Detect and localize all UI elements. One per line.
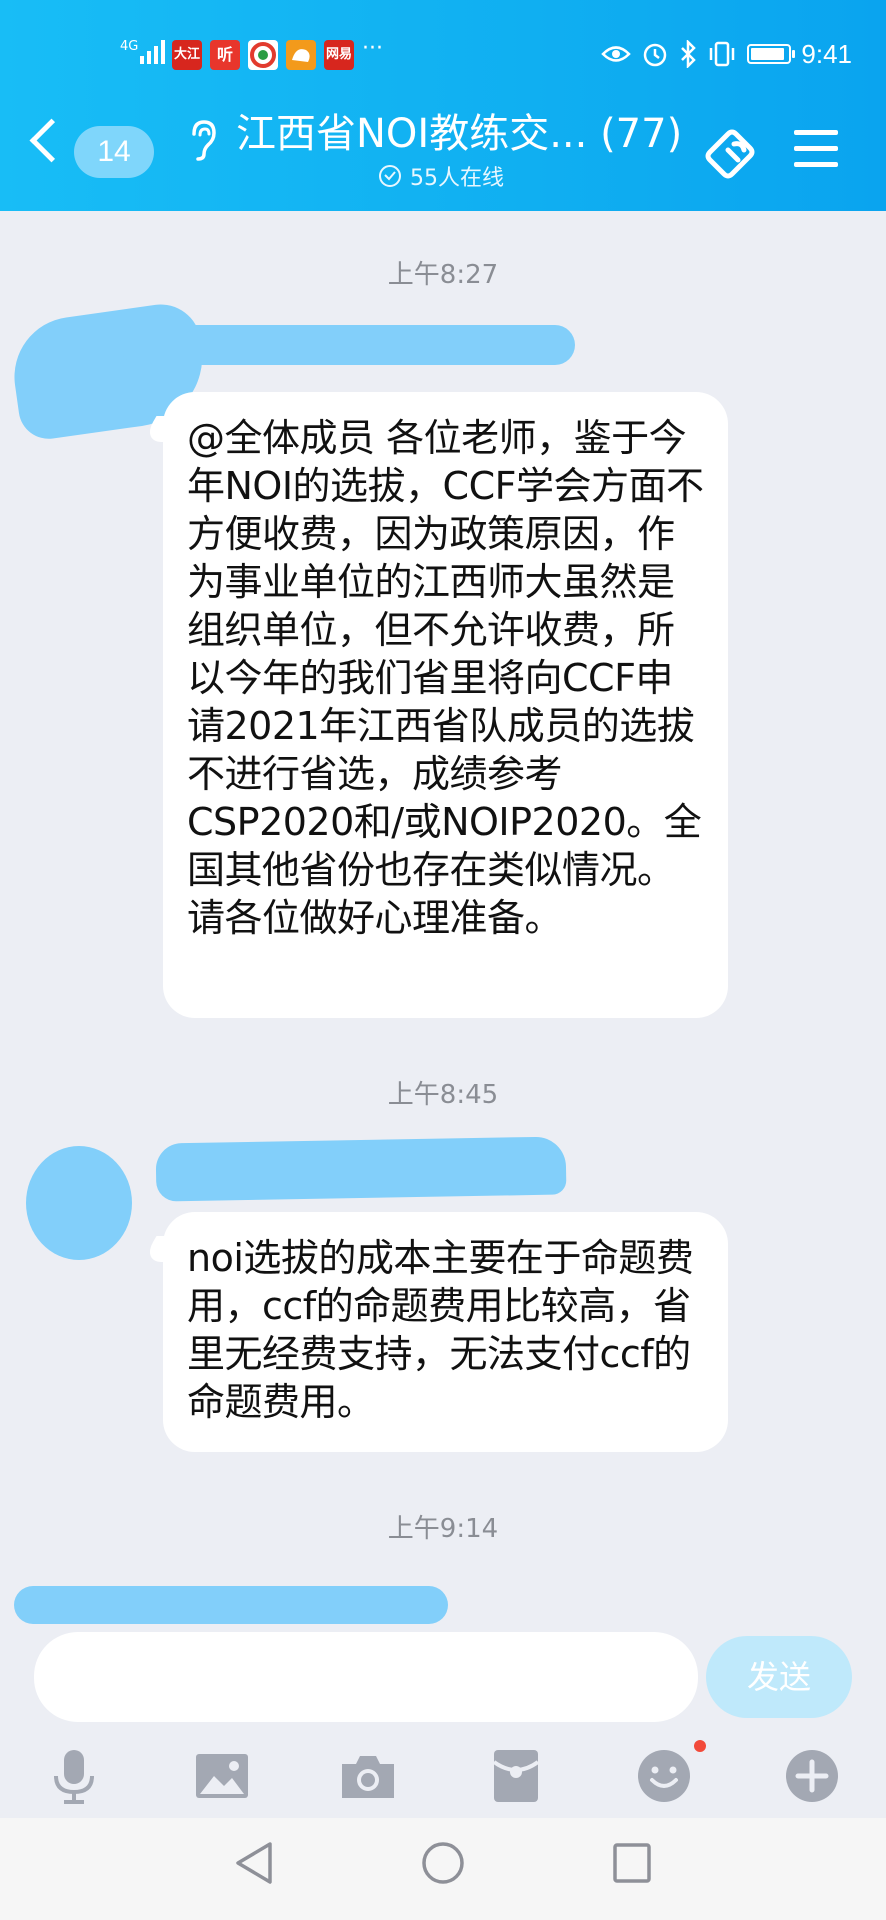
eye-icon [601, 46, 632, 62]
battery-icon [747, 44, 796, 64]
group-name: 江西省NOI教练交... [236, 111, 588, 157]
status-bar: 4G 大江 听 网易 ··· 9:41 [0, 30, 886, 80]
group-link-icon[interactable] [702, 122, 762, 182]
chat-header: 4G 大江 听 网易 ··· 9:41 14 江西省NOI教练交... (77)… [0, 0, 886, 211]
netease-app-icon: 网易 [324, 40, 354, 70]
more-notifications: ··· [362, 36, 383, 61]
system-nav-bar [0, 1818, 886, 1920]
plus-icon[interactable] [782, 1746, 842, 1806]
bluetooth-icon [681, 40, 697, 68]
microphone-icon[interactable] [44, 1746, 104, 1806]
unread-count-badge[interactable]: 14 [74, 126, 154, 178]
ting-app-icon: 听 [210, 40, 240, 70]
message-timestamp: 上午8:45 [387, 1080, 499, 1110]
online-check-icon [379, 165, 401, 187]
back-arrow-icon[interactable] [29, 118, 74, 163]
clock: 9:41 [801, 38, 852, 69]
dajiang-app-icon: 大江 [172, 40, 202, 70]
emoji-icon[interactable] [634, 1746, 694, 1806]
menu-icon[interactable] [794, 130, 838, 178]
network-type: 4G [120, 39, 139, 54]
alarm-icon [644, 43, 667, 67]
nav-home-icon[interactable] [420, 1840, 466, 1886]
camera-icon[interactable] [338, 1746, 398, 1806]
online-status: 55人在线 [378, 160, 504, 192]
status-right: 9:41 [601, 36, 852, 72]
ear-icon [192, 120, 216, 161]
redacted-sender-name [14, 1586, 448, 1624]
nav-back-icon[interactable] [232, 1840, 276, 1886]
message-timestamp: 上午8:27 [387, 260, 499, 290]
group-title[interactable]: 江西省NOI教练交... (77) [236, 106, 682, 162]
red-packet-icon[interactable] [486, 1746, 546, 1806]
send-button[interactable]: 发送 [706, 1636, 852, 1718]
uc-app-icon [286, 40, 316, 70]
member-count: (77) [600, 111, 683, 157]
message-bubble[interactable]: @全体成员 各位老师，鉴于今年NOI的选拔，CCF学会方面不方便收费，因为政策原… [163, 392, 728, 1018]
browser-app-icon [248, 40, 278, 70]
redacted-sender-name [120, 325, 575, 365]
message-timestamp: 上午9:14 [387, 1514, 499, 1544]
online-count: 55人在线 [410, 166, 504, 191]
vibrate-icon [710, 41, 735, 67]
emoji-notification-dot [694, 1740, 706, 1752]
redacted-avatar [26, 1146, 132, 1260]
image-icon[interactable] [192, 1746, 252, 1806]
nav-recents-icon[interactable] [610, 1840, 654, 1886]
redacted-sender-name [155, 1136, 567, 1202]
message-input[interactable] [34, 1632, 698, 1722]
chat-toolbar [0, 1740, 886, 1820]
signal-icon [140, 40, 165, 64]
message-bubble[interactable]: noi选拔的成本主要在于命题费用，ccf的命题费用比较高，省里无经费支持，无法支… [163, 1212, 728, 1452]
